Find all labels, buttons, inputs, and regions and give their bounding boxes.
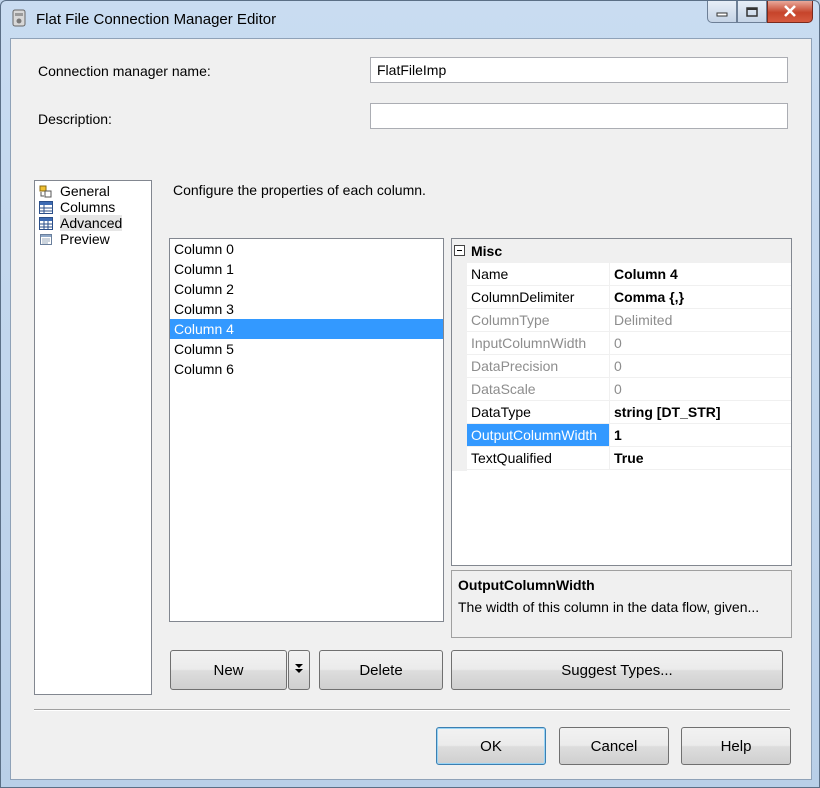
property-row-text-qualified[interactable]: TextQualified True xyxy=(467,447,791,470)
property-name: DataPrecision xyxy=(467,355,610,377)
nav-item-general[interactable]: General xyxy=(39,183,110,199)
nav-item-advanced[interactable]: Advanced xyxy=(39,215,122,231)
caption-buttons xyxy=(707,1,813,23)
connection-name-input[interactable] xyxy=(370,57,788,83)
property-row-output-column-width[interactable]: OutputColumnWidth 1 xyxy=(467,424,791,447)
help-description: The width of this column in the data flo… xyxy=(458,599,786,615)
description-label: Description: xyxy=(38,111,112,127)
cancel-button-label: Cancel xyxy=(591,738,638,755)
list-item[interactable]: Column 0 xyxy=(170,239,443,259)
property-value[interactable]: string [DT_STR] xyxy=(613,401,721,423)
advanced-icon xyxy=(39,217,53,230)
nav-item-label: Columns xyxy=(60,199,115,215)
property-row-data-precision[interactable]: DataPrecision 0 xyxy=(467,355,791,378)
collapse-icon[interactable] xyxy=(454,245,465,256)
minimize-button[interactable] xyxy=(707,1,737,23)
help-button-label: Help xyxy=(721,738,752,755)
property-value: 0 xyxy=(613,378,622,400)
preview-icon xyxy=(39,233,53,246)
general-icon xyxy=(39,185,53,198)
ok-button[interactable]: OK xyxy=(436,727,546,765)
maximize-icon xyxy=(746,4,758,20)
property-name: ColumnType xyxy=(467,309,610,331)
nav-item-label: General xyxy=(60,183,110,199)
property-name: Name xyxy=(467,263,610,285)
double-chevron-down-icon xyxy=(294,662,304,679)
property-name: TextQualified xyxy=(467,447,610,469)
columns-listbox[interactable]: Column 0 Column 1 Column 2 Column 3 Colu… xyxy=(169,238,444,622)
list-item[interactable]: Column 6 xyxy=(170,359,443,379)
property-gutter xyxy=(452,263,467,471)
list-item[interactable]: Column 5 xyxy=(170,339,443,359)
property-value[interactable]: Comma {,} xyxy=(613,286,684,308)
property-row-name[interactable]: Name Column 4 xyxy=(467,263,791,286)
suggest-types-button[interactable]: Suggest Types... xyxy=(451,650,783,690)
list-item[interactable]: Column 1 xyxy=(170,259,443,279)
property-row-data-scale[interactable]: DataScale 0 xyxy=(467,378,791,401)
property-value[interactable]: 1 xyxy=(613,424,622,446)
separator xyxy=(34,709,790,711)
list-item-selected[interactable]: Column 4 xyxy=(170,319,443,339)
property-name: InputColumnWidth xyxy=(467,332,610,354)
ssis-app-icon xyxy=(11,9,27,27)
close-icon xyxy=(783,4,797,20)
nav-item-preview[interactable]: Preview xyxy=(39,231,110,247)
property-name: DataType xyxy=(467,401,610,423)
property-grid: Misc Name Column 4 ColumnDelimiter Comma… xyxy=(451,238,792,566)
new-button[interactable]: New xyxy=(170,650,287,690)
delete-button-label: Delete xyxy=(359,662,402,679)
property-row-data-type[interactable]: DataType string [DT_STR] xyxy=(467,401,791,424)
window-title: Flat File Connection Manager Editor xyxy=(36,11,276,28)
title-bar[interactable]: Flat File Connection Manager Editor xyxy=(1,1,819,37)
property-value: Delimited xyxy=(613,309,672,331)
ok-button-label: OK xyxy=(480,738,502,755)
dialog-client: Connection manager name: Description: Ge… xyxy=(10,38,812,780)
columns-icon xyxy=(39,201,53,214)
list-item[interactable]: Column 3 xyxy=(170,299,443,319)
property-name: ColumnDelimiter xyxy=(467,286,610,308)
minimize-icon xyxy=(716,4,728,20)
page-navigation-tree: General Columns Advanced Preview xyxy=(34,180,152,695)
property-help-panel: OutputColumnWidth The width of this colu… xyxy=(451,570,792,638)
new-button-label: New xyxy=(213,662,243,679)
list-item[interactable]: Column 2 xyxy=(170,279,443,299)
cancel-button[interactable]: Cancel xyxy=(559,727,669,765)
delete-button[interactable]: Delete xyxy=(319,650,443,690)
property-row-input-column-width[interactable]: InputColumnWidth 0 xyxy=(467,332,791,355)
dialog-window: Flat File Connection Manager Editor Conn… xyxy=(0,0,820,788)
new-dropdown-button[interactable] xyxy=(288,650,310,690)
property-value: 0 xyxy=(613,332,622,354)
suggest-types-button-label: Suggest Types... xyxy=(561,662,672,679)
description-input[interactable] xyxy=(370,103,788,129)
property-value[interactable]: True xyxy=(613,447,644,469)
property-row-column-type[interactable]: ColumnType Delimited xyxy=(467,309,791,332)
nav-item-label: Preview xyxy=(60,231,110,247)
close-button[interactable] xyxy=(767,1,813,23)
property-value: 0 xyxy=(613,355,622,377)
category-label: Misc xyxy=(471,243,502,259)
help-title: OutputColumnWidth xyxy=(458,577,595,593)
maximize-button[interactable] xyxy=(737,1,767,23)
nav-item-columns[interactable]: Columns xyxy=(39,199,115,215)
connection-name-label: Connection manager name: xyxy=(38,63,211,79)
property-category-misc[interactable]: Misc xyxy=(452,239,791,263)
help-button[interactable]: Help xyxy=(681,727,791,765)
property-value[interactable]: Column 4 xyxy=(613,263,678,285)
property-name: DataScale xyxy=(467,378,610,400)
property-row-column-delimiter[interactable]: ColumnDelimiter Comma {,} xyxy=(467,286,791,309)
property-name: OutputColumnWidth xyxy=(467,424,610,446)
nav-item-label: Advanced xyxy=(60,215,122,231)
page-instruction: Configure the properties of each column. xyxy=(173,182,426,198)
